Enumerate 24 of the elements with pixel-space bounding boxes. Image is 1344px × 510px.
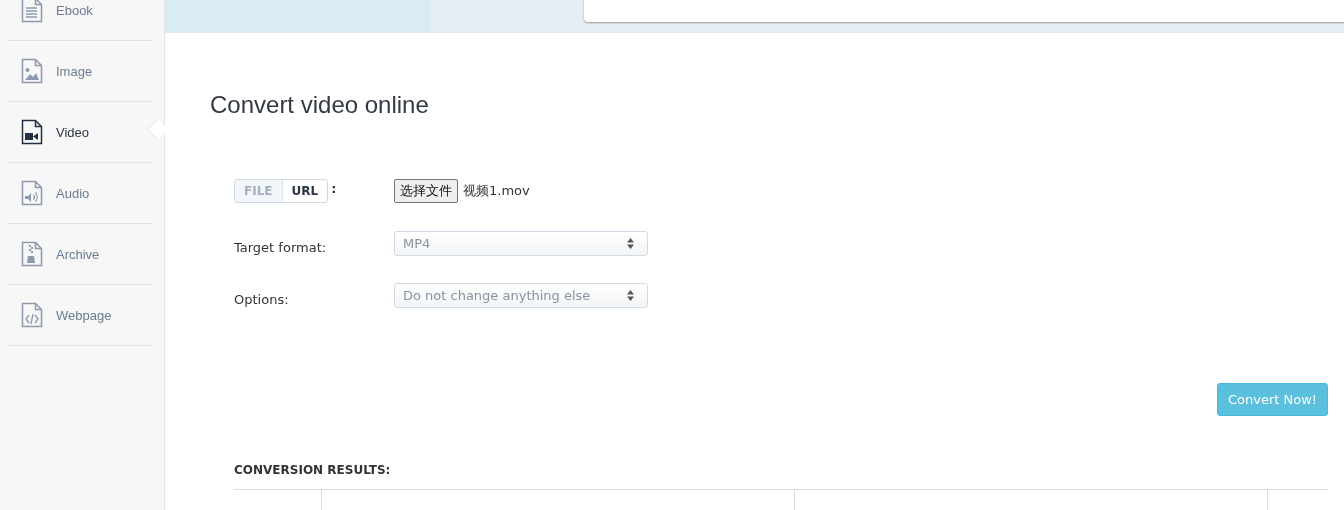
file-name: 视频1.mov xyxy=(463,182,530,200)
sidebar-item[interactable]: Audio xyxy=(7,163,152,224)
results-title: CONVERSION RESULTS: xyxy=(234,463,392,477)
code-file-icon xyxy=(21,302,43,328)
stepper-arrows-icon xyxy=(627,238,634,249)
page-title: Convert video online xyxy=(210,91,430,120)
video-file-icon xyxy=(21,119,43,145)
sidebar-item[interactable]: Webpage xyxy=(7,285,152,346)
choose-file-button[interactable]: 选择文件 xyxy=(394,179,458,203)
source-tab[interactable]: URL xyxy=(281,180,328,202)
select-field[interactable]: Do not change anything else xyxy=(394,283,648,308)
image-file-icon xyxy=(21,58,43,84)
field-label: Target format: xyxy=(234,240,327,255)
document-icon xyxy=(21,0,43,23)
sidebar-item[interactable]: Image xyxy=(7,41,152,102)
sidebar-item[interactable]: Archive xyxy=(7,224,152,285)
field-label: Options: xyxy=(234,292,289,307)
zip-file-icon xyxy=(21,241,43,267)
select-field[interactable]: MP4 xyxy=(394,231,648,256)
sidebar-item[interactable]: Video xyxy=(7,102,152,163)
audio-file-icon xyxy=(21,180,43,206)
sidebar-item[interactable]: Ebook xyxy=(7,0,152,41)
stepper-arrows-icon xyxy=(627,290,634,301)
colon: : xyxy=(331,180,337,196)
